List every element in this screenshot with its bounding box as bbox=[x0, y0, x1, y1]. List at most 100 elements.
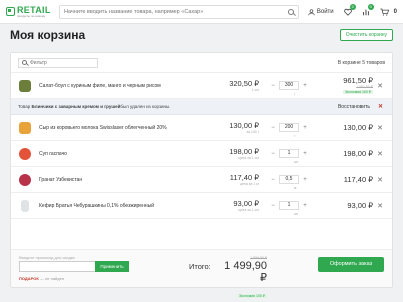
unit-price: 93,00 ₽ bbox=[233, 199, 259, 208]
quantity-stepper: − 300 + г bbox=[269, 81, 309, 96]
compare-badge: 0 bbox=[367, 4, 374, 10]
product-name[interactable]: Кефир Братья Чебурашкины 0,1% обезжиренн… bbox=[39, 203, 154, 209]
search-input[interactable] bbox=[64, 9, 288, 15]
promo-label: Введите промокод для скидки bbox=[19, 255, 75, 260]
compare-button[interactable]: 0 bbox=[362, 4, 374, 16]
row-total: 117,40 ₽ bbox=[343, 175, 373, 184]
cart-row: Кефир Братья Чебурашкины 0,1% обезжиренн… bbox=[11, 193, 392, 219]
increase-button[interactable]: + bbox=[301, 82, 309, 90]
restore-link[interactable]: Восстановить bbox=[338, 104, 370, 110]
total-value: 1 499,90 ₽ bbox=[224, 260, 267, 285]
unit-price: 117,40 ₽ bbox=[229, 173, 259, 182]
price-note: за 100 г bbox=[246, 130, 259, 134]
cart-footer: Введите промокод для скидки Применить ПО… bbox=[11, 249, 392, 299]
logo-icon bbox=[6, 7, 15, 16]
increase-button[interactable]: + bbox=[301, 176, 309, 184]
product-image[interactable] bbox=[19, 121, 31, 134]
favorites-badge: 0 bbox=[349, 4, 356, 10]
cart-icon bbox=[380, 8, 389, 16]
quantity-stepper: − 0,5 + кг bbox=[269, 175, 309, 190]
quantity-unit: шт bbox=[294, 212, 299, 216]
logo[interactable]: RETAIL продукты по-новому bbox=[6, 5, 51, 18]
removed-notice: Товар Блинчики с заварным кремом и груше… bbox=[11, 99, 392, 115]
cart-row: Салат-боул с куриным филе, манго и черны… bbox=[11, 73, 392, 99]
search-icon[interactable] bbox=[288, 9, 294, 15]
decrease-button[interactable]: − bbox=[269, 82, 277, 90]
total-label: Итого: bbox=[189, 262, 211, 271]
quantity-input[interactable]: 1 bbox=[279, 201, 299, 210]
logo-tagline: продукты по-новому bbox=[17, 13, 46, 18]
row-total: 961,50 ₽ bbox=[343, 76, 373, 85]
product-name[interactable]: Салат-боул с куриным филе, манго и черны… bbox=[39, 83, 161, 89]
row-discount: Экономия 100 ₽ bbox=[342, 90, 373, 94]
remove-icon[interactable]: ✕ bbox=[377, 202, 383, 210]
price-note: цена за 1 шт bbox=[238, 208, 259, 212]
price-note: 1 шт bbox=[251, 88, 259, 92]
quantity-unit: шт bbox=[294, 160, 299, 164]
notice-prefix: Товар bbox=[18, 104, 31, 109]
cart-row: Суп гаспачо 198,00 ₽ цена за 1 шт − 1 + ш… bbox=[11, 141, 392, 167]
quantity-input[interactable]: 200 bbox=[279, 123, 299, 132]
login-link[interactable]: Войти bbox=[308, 8, 334, 16]
cart-button[interactable]: 0 bbox=[380, 8, 397, 16]
filter-box[interactable] bbox=[18, 57, 98, 68]
notice-product: Блинчики с заварным кремом и грушей bbox=[31, 104, 121, 109]
decrease-button[interactable]: − bbox=[269, 124, 277, 132]
increase-button[interactable]: + bbox=[301, 150, 309, 158]
product-image[interactable] bbox=[19, 79, 31, 92]
checkout-button[interactable]: Оформить заказ bbox=[318, 257, 384, 272]
user-icon bbox=[308, 8, 315, 15]
gift-value: — не найден bbox=[39, 276, 65, 281]
clear-cart-button[interactable]: Очистить корзину bbox=[339, 29, 393, 41]
price-note: цена за 1 шт bbox=[238, 156, 259, 160]
remove-icon[interactable]: ✕ bbox=[377, 124, 383, 132]
product-name[interactable]: Гранат Узбекистан bbox=[39, 177, 82, 183]
unit-price: 198,00 ₽ bbox=[229, 147, 259, 156]
product-name[interactable]: Суп гаспачо bbox=[39, 151, 67, 157]
quantity-unit: г bbox=[294, 134, 296, 138]
top-header: RETAIL продукты по-новому Войти 0 0 0 bbox=[0, 0, 403, 24]
row-total: 93,00 ₽ bbox=[347, 201, 373, 210]
notice-suffix: был удален из корзины. bbox=[120, 104, 171, 109]
decrease-button[interactable]: − bbox=[269, 202, 277, 210]
row-old-total: 1 061,50 ₽ bbox=[356, 85, 373, 89]
quantity-unit: г bbox=[294, 92, 296, 96]
product-image[interactable] bbox=[21, 199, 29, 212]
unit-price: 320,50 ₽ bbox=[229, 79, 259, 88]
quantity-input[interactable]: 0,5 bbox=[279, 175, 299, 184]
product-name[interactable]: Сыр из коровьего молока Swisslaser облег… bbox=[39, 125, 167, 131]
quantity-input[interactable]: 1 bbox=[279, 149, 299, 158]
decrease-button[interactable]: − bbox=[269, 176, 277, 184]
remove-icon[interactable]: ✕ bbox=[377, 176, 383, 184]
search-box[interactable] bbox=[59, 5, 299, 19]
decrease-button[interactable]: − bbox=[269, 150, 277, 158]
product-image[interactable] bbox=[19, 147, 31, 160]
quantity-unit: кг bbox=[294, 186, 297, 190]
page-title: Моя корзина bbox=[10, 28, 86, 42]
row-total: 198,00 ₽ bbox=[343, 149, 373, 158]
remove-icon[interactable]: ✕ bbox=[377, 82, 383, 90]
increase-button[interactable]: + bbox=[301, 202, 309, 210]
apply-promo-button[interactable]: Применить bbox=[95, 261, 129, 272]
close-icon[interactable]: ✕ bbox=[378, 103, 383, 110]
quantity-stepper: − 200 + г bbox=[269, 123, 309, 138]
favorites-button[interactable]: 0 bbox=[343, 4, 356, 16]
cart-card: В корзине 5 товаров Салат-боул с куриным… bbox=[10, 52, 393, 299]
unit-price: 130,00 ₽ bbox=[229, 121, 259, 130]
filter-input[interactable] bbox=[30, 59, 94, 66]
promo-input[interactable] bbox=[19, 261, 103, 272]
cart-row: Гранат Узбекистан 117,40 ₽ цена за 1 кг −… bbox=[11, 167, 392, 193]
quantity-input[interactable]: 300 bbox=[279, 81, 299, 90]
total-discount: Экономия 100 ₽ bbox=[236, 294, 267, 299]
price-note: цена за 1 кг bbox=[239, 182, 259, 186]
remove-icon[interactable]: ✕ bbox=[377, 150, 383, 158]
filter-search-icon bbox=[22, 60, 27, 65]
quantity-stepper: − 1 + шт bbox=[269, 201, 309, 216]
product-image[interactable] bbox=[19, 173, 31, 186]
quantity-stepper: − 1 + шт bbox=[269, 149, 309, 164]
increase-button[interactable]: + bbox=[301, 124, 309, 132]
gift-status: ПОДАРОК — не найден bbox=[19, 276, 64, 281]
login-label: Войти bbox=[316, 9, 334, 15]
cart-row: Сыр из коровьего молока Swisslaser облег… bbox=[11, 115, 392, 141]
cart-count: 0 bbox=[393, 9, 397, 15]
